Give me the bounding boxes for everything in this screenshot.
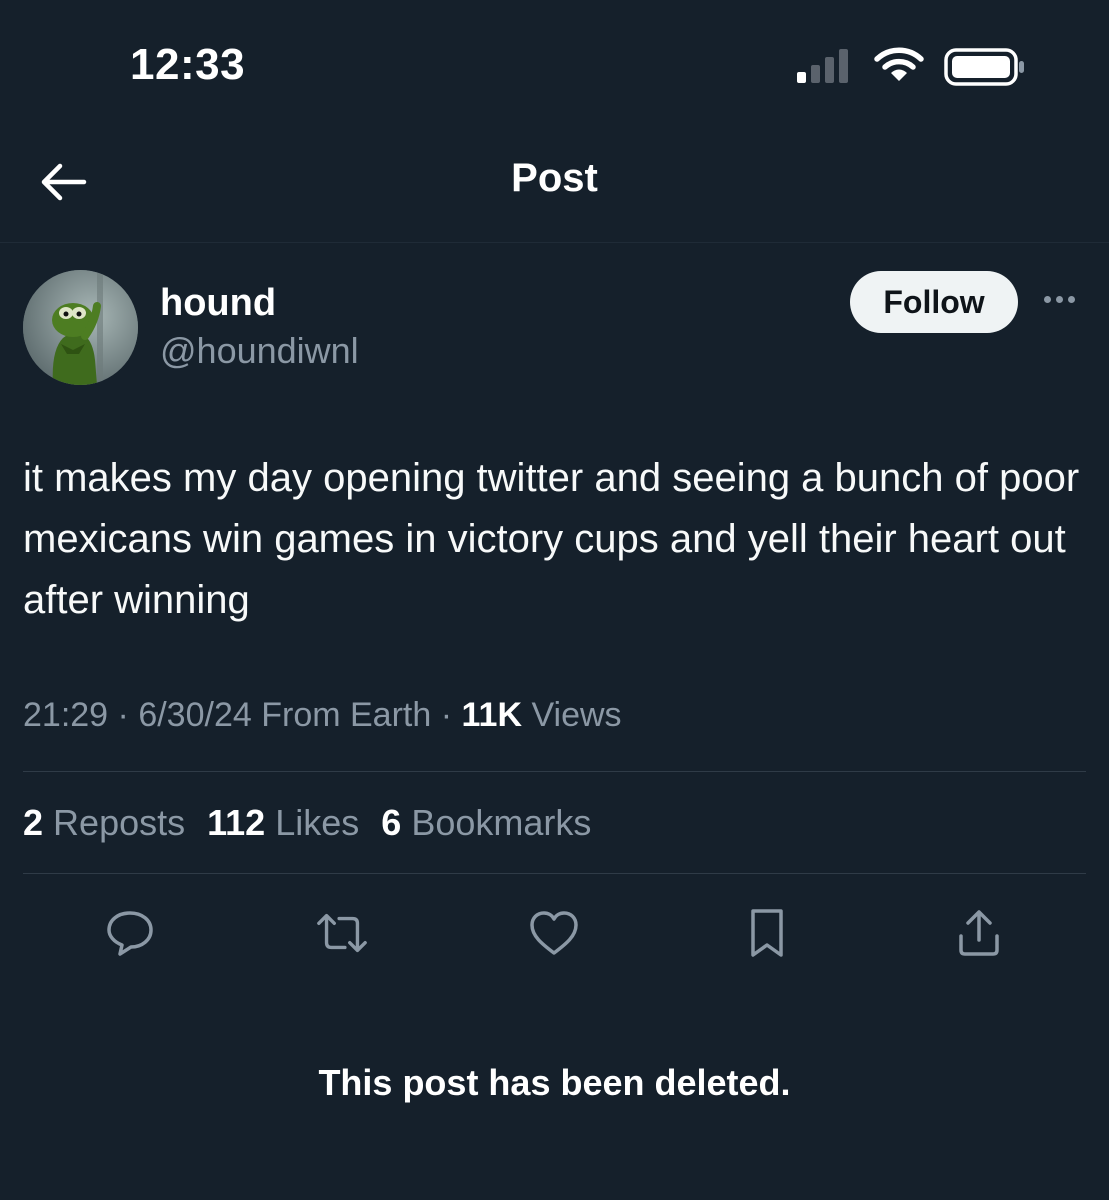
- engagement-stats: 2 Reposts 112 Likes 6 Bookmarks: [23, 802, 591, 844]
- meta-separator: ·: [440, 696, 453, 734]
- post-source: From Earth: [261, 696, 432, 734]
- reposts-stat[interactable]: 2 Reposts: [23, 802, 185, 844]
- meta-separator: ·: [117, 696, 129, 734]
- bookmark-icon: [751, 909, 783, 957]
- header-divider: [0, 242, 1109, 243]
- deleted-post-notice: This post has been deleted.: [318, 1062, 791, 1103]
- share-button[interactable]: [951, 905, 1007, 961]
- page-title: Post: [511, 156, 598, 200]
- post-meta: 21:29 · 6/30/24 From Earth · 11K Views: [23, 696, 622, 735]
- wifi-icon: [874, 47, 924, 81]
- reply-icon: [107, 911, 153, 956]
- divider: [23, 873, 1086, 874]
- reposts-label: Reposts: [53, 802, 186, 843]
- bookmarks-count: 6: [381, 802, 402, 843]
- battery-icon: [944, 48, 1024, 86]
- views-label: Views: [531, 696, 622, 734]
- like-icon: [530, 911, 578, 955]
- post-text: it makes my day opening twitter and seei…: [23, 456, 1080, 622]
- share-icon: [959, 910, 999, 956]
- author-handle[interactable]: @houndiwnl: [160, 330, 359, 372]
- bookmarks-label: Bookmarks: [411, 802, 592, 843]
- avatar[interactable]: [23, 270, 138, 385]
- bookmark-button[interactable]: [739, 905, 795, 961]
- status-time: 12:33: [130, 40, 246, 89]
- author-display-name[interactable]: hound: [160, 282, 276, 325]
- follow-button[interactable]: Follow: [850, 271, 1018, 333]
- bookmarks-stat[interactable]: 6 Bookmarks: [381, 802, 591, 844]
- views-count: 11K: [461, 696, 523, 734]
- more-options-icon[interactable]: [1040, 292, 1079, 307]
- repost-icon: [317, 913, 367, 953]
- likes-label: Likes: [275, 802, 360, 843]
- avatar-frog-image: [23, 270, 138, 385]
- cellular-signal-icon: [797, 47, 848, 83]
- divider: [23, 771, 1086, 772]
- repost-button[interactable]: [314, 905, 370, 961]
- post-date: 6/30/24: [138, 696, 252, 734]
- reposts-count: 2: [23, 802, 44, 843]
- like-button[interactable]: [526, 905, 582, 961]
- likes-stat[interactable]: 112 Likes: [207, 802, 359, 844]
- post-time: 21:29: [23, 696, 109, 734]
- reply-button[interactable]: [102, 905, 158, 961]
- likes-count: 112: [207, 802, 266, 843]
